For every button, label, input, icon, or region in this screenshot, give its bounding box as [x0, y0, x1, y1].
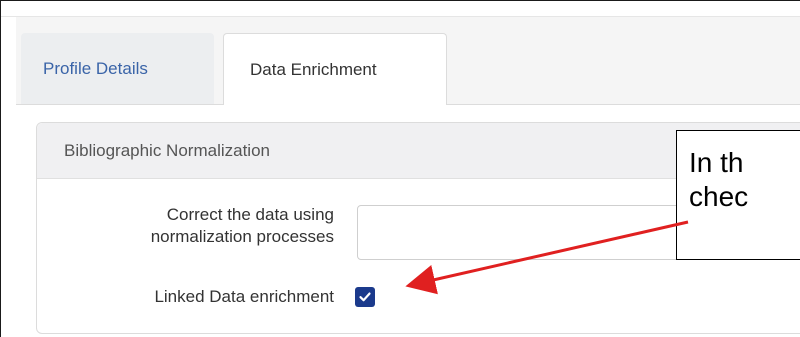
- correct-data-label: Correct the data using normalization pro…: [150, 205, 334, 246]
- top-strip: [1, 1, 800, 17]
- tab-profile-details[interactable]: Profile Details: [21, 33, 214, 104]
- tab-profile-details-label: Profile Details: [43, 58, 148, 78]
- section-title: Bibliographic Normalization: [64, 140, 270, 160]
- tab-data-enrichment[interactable]: Data Enrichment: [223, 33, 447, 105]
- linked-data-label: Linked Data enrichment: [154, 287, 334, 306]
- linked-data-checkbox[interactable]: [355, 287, 375, 307]
- correct-data-select[interactable]: [357, 205, 687, 260]
- checkmark-icon: [359, 292, 371, 302]
- annotation-callout: In th chec: [676, 130, 800, 260]
- tab-data-enrichment-label: Data Enrichment: [250, 59, 377, 79]
